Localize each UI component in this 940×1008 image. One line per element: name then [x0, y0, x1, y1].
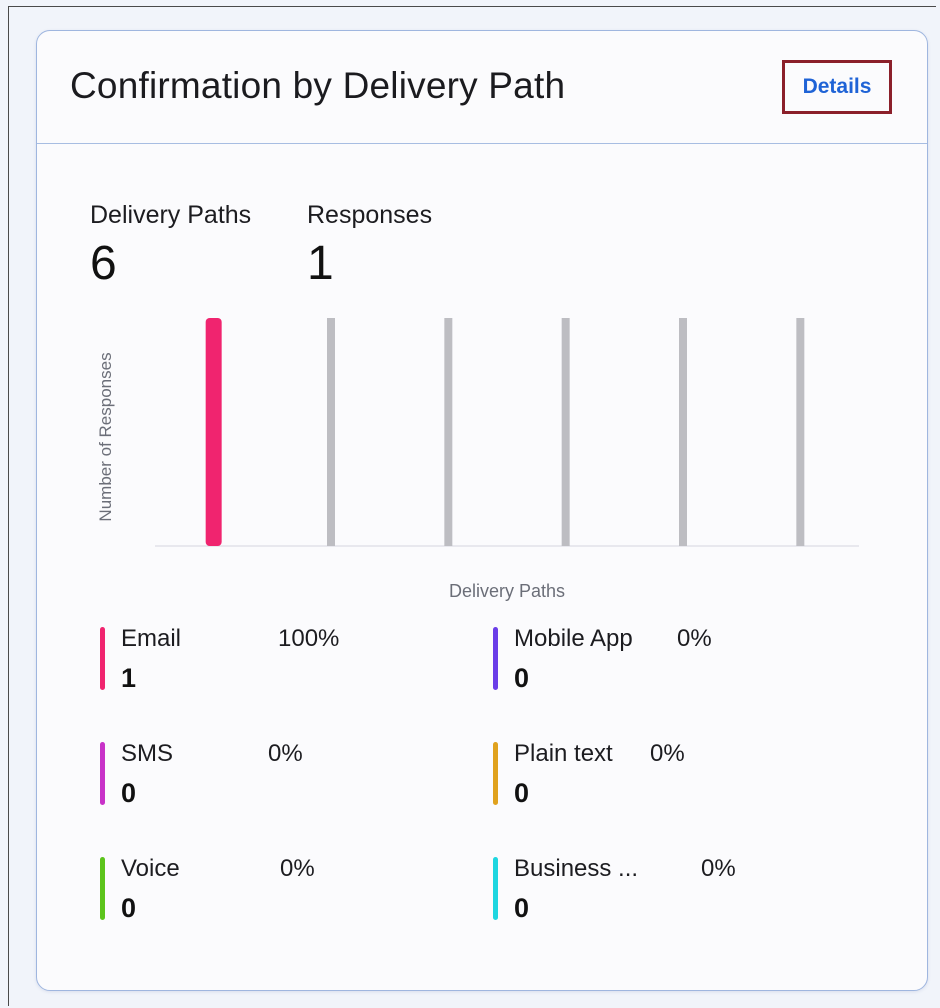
legend-count: 0 — [121, 893, 137, 923]
card-title: Confirmation by Delivery Path — [70, 65, 566, 106]
delivery-paths-label: Delivery Paths — [90, 201, 252, 229]
legend-name: Email — [121, 625, 182, 652]
legend-count: 0 — [121, 778, 137, 808]
bar-business[interactable] — [796, 318, 805, 546]
legend-color-swatch — [493, 627, 498, 690]
bar-email[interactable] — [205, 318, 222, 546]
legend-color-swatch — [100, 627, 105, 690]
card-header: Confirmation by Delivery Path Details — [37, 31, 927, 144]
responses-bar-chart: Number of Responses Delivery Paths — [87, 311, 867, 601]
legend-color-swatch — [493, 742, 498, 805]
bar-mobile-app[interactable] — [327, 318, 335, 546]
legend-color-swatch — [100, 742, 105, 805]
delivery-path-card: Confirmation by Delivery Path Details De… — [36, 30, 928, 991]
legend-name: Mobile App — [514, 625, 633, 652]
legend-percent: 0% — [268, 740, 303, 767]
delivery-paths-stat: Delivery Paths 6 — [90, 201, 251, 291]
legend-percent: 100% — [278, 625, 340, 652]
details-button[interactable]: Details — [782, 60, 892, 114]
legend-percent: 0% — [650, 740, 685, 767]
bar-plain-text[interactable] — [561, 318, 570, 546]
responses-stat: Responses 1 — [307, 201, 432, 291]
x-axis-label: Delivery Paths — [449, 581, 565, 601]
legend-color-swatch — [493, 857, 498, 920]
bar-voice[interactable] — [679, 318, 687, 546]
legend-percent: 0% — [677, 625, 712, 652]
delivery-paths-value: 6 — [90, 237, 117, 290]
responses-value: 1 — [307, 237, 334, 290]
legend-name: Plain text — [514, 740, 613, 767]
legend-count: 0 — [514, 778, 530, 808]
legend-count: 1 — [121, 663, 137, 693]
legend-count: 0 — [514, 893, 530, 923]
bar-sms[interactable] — [444, 318, 453, 546]
legend-item-email: Email 100% 1 — [100, 625, 440, 695]
y-axis-label: Number of Responses — [96, 352, 115, 521]
legend-item-business: Business ... 0% 0 — [493, 855, 833, 925]
responses-label: Responses — [307, 201, 433, 229]
legend-percent: 0% — [701, 855, 736, 882]
legend-item-plain-text: Plain text 0% 0 — [493, 740, 833, 810]
legend-color-swatch — [100, 857, 105, 920]
chart-svg: Number of Responses Delivery Paths — [96, 318, 859, 601]
legend-item-voice: Voice 0% 0 — [100, 855, 440, 925]
legend-name: Business ... — [514, 855, 639, 882]
legend-item-mobile-app: Mobile App 0% 0 — [493, 625, 833, 695]
legend-name: Voice — [121, 855, 180, 882]
legend-percent: 0% — [280, 855, 315, 882]
legend-item-sms: SMS 0% 0 — [100, 740, 440, 810]
legend-name: SMS — [121, 740, 174, 767]
legend-count: 0 — [514, 663, 530, 693]
